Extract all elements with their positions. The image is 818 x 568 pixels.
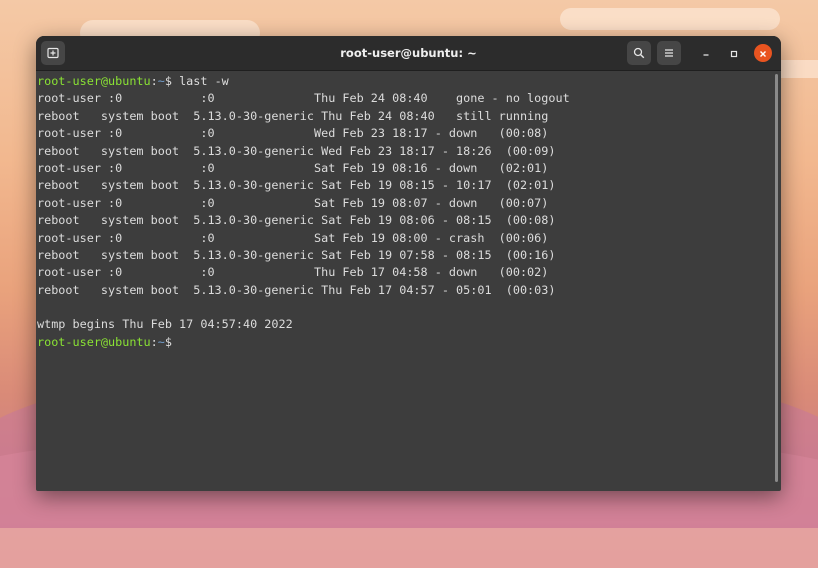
output-line: reboot system boot 5.13.0-30-generic Wed…	[37, 143, 556, 158]
close-button[interactable]	[754, 44, 772, 62]
output-line: reboot system boot 5.13.0-30-generic Thu…	[37, 108, 549, 123]
search-button[interactable]	[627, 41, 651, 65]
output-line: reboot system boot 5.13.0-30-generic Thu…	[37, 282, 556, 297]
prompt-user-host: root-user@ubuntu	[37, 74, 151, 88]
menu-button[interactable]	[657, 41, 681, 65]
prompt-symbol: $	[164, 74, 172, 88]
title-bar[interactable]: root-user@ubuntu: ~	[36, 36, 781, 71]
terminal-window: root-user@ubuntu: ~ root-user@ubuntu:~$ …	[36, 36, 781, 491]
output-line: root-user :0 :0 Sat Feb 19 08:07 - down …	[37, 195, 549, 210]
search-icon	[633, 44, 645, 63]
output-line: root-user :0 :0 Sat Feb 19 08:00 - crash…	[37, 230, 549, 245]
vertical-scrollbar[interactable]	[775, 74, 778, 482]
prompt-separator: :	[150, 334, 158, 349]
prompt-user-host: root-user@ubuntu	[37, 334, 151, 349]
prompt-symbol: $	[164, 334, 172, 349]
window-title: root-user@ubuntu: ~	[340, 46, 477, 60]
maximize-icon	[729, 44, 739, 63]
new-tab-icon	[47, 44, 59, 63]
minimize-button[interactable]	[697, 44, 715, 62]
terminal-output-area[interactable]: root-user@ubuntu:~$ last -w root-user :0…	[36, 71, 773, 491]
command-text: last -w	[171, 74, 229, 88]
output-line: root-user :0 :0 Thu Feb 24 08:40 gone - …	[37, 91, 570, 106]
prompt-separator: :	[150, 74, 158, 88]
prompt-path: ~	[157, 74, 165, 88]
prompt-path: ~	[157, 334, 165, 349]
new-tab-button[interactable]	[41, 41, 65, 65]
output-line: root-user :0 :0 Wed Feb 23 18:17 - down …	[37, 126, 549, 141]
output-line: wtmp begins Thu Feb 17 04:57:40 2022	[37, 317, 293, 332]
prompt-line: root-user@ubuntu:~$ last -w	[37, 73, 773, 90]
output-line: root-user :0 :0 Thu Feb 17 04:58 - down …	[37, 265, 549, 280]
prompt-line: root-user@ubuntu:~$	[37, 334, 773, 351]
output-line: root-user :0 :0 Sat Feb 19 08:16 - down …	[37, 160, 549, 175]
close-icon	[758, 44, 768, 63]
output-line: reboot system boot 5.13.0-30-generic Sat…	[37, 213, 556, 228]
output-line: reboot system boot 5.13.0-30-generic Sat…	[37, 178, 556, 193]
minimize-icon	[701, 44, 711, 63]
maximize-button[interactable]	[725, 44, 743, 62]
hamburger-menu-icon	[663, 44, 675, 63]
output-line: reboot system boot 5.13.0-30-generic Sat…	[37, 247, 556, 262]
